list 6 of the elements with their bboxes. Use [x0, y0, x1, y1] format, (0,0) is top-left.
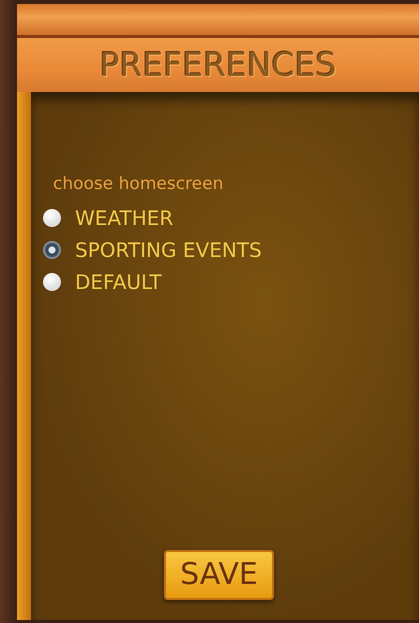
- section-label: choose homescreen: [53, 173, 224, 196]
- radio-option[interactable]: DEFAULT: [43, 266, 409, 298]
- save-button[interactable]: SAVE: [164, 550, 274, 600]
- radio-option[interactable]: SPORTING EVENTS: [43, 234, 409, 266]
- page-title: PREFERENCES: [100, 45, 336, 85]
- radio-option[interactable]: WEATHER: [43, 202, 409, 234]
